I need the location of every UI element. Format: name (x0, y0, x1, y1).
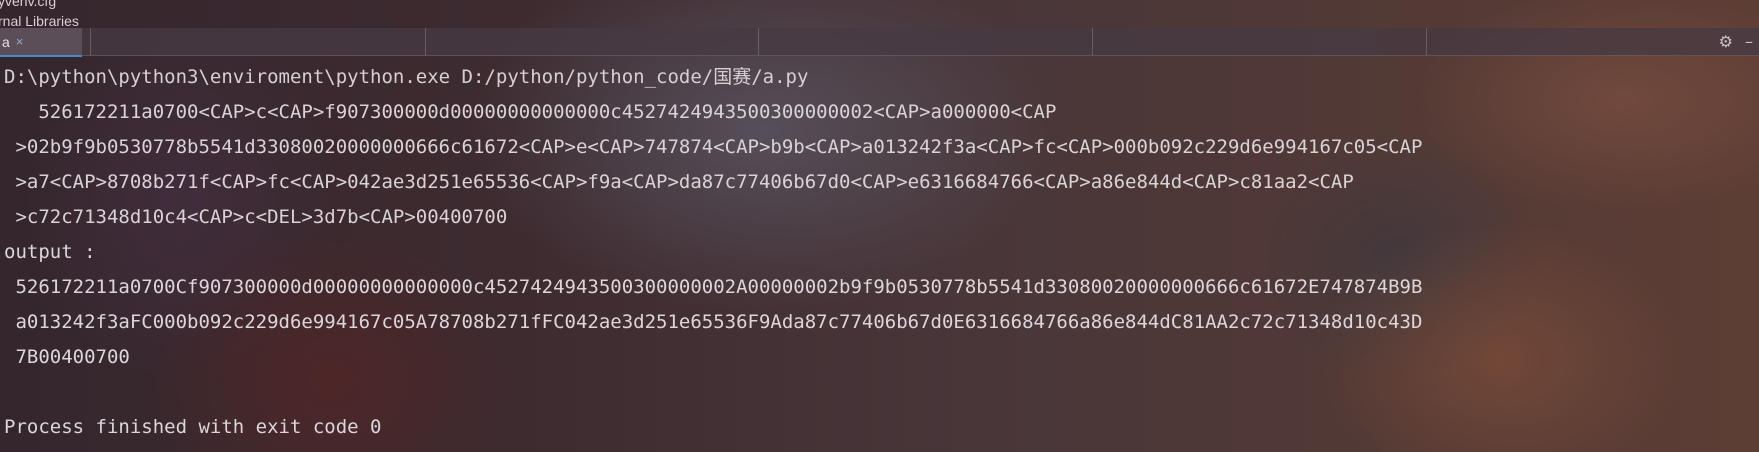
tab-bar-actions: ⚙ – (1719, 28, 1753, 55)
console-input-line: >02b9f9b0530778b5541d33080020000000666c6… (4, 136, 1423, 158)
tab-divider (90, 28, 91, 55)
run-tab-bar: a × ⚙ – (0, 28, 1759, 57)
project-tree-item-venv-cfg[interactable]: yvenv.cfg (0, 0, 56, 9)
run-tab-label: a (2, 33, 10, 50)
console-exit-message: Process finished with exit code 0 (4, 416, 382, 438)
project-tree-item-external-libraries[interactable]: rnal Libraries (0, 13, 79, 29)
gear-icon[interactable]: ⚙ (1719, 32, 1733, 51)
console-output-line: 526172211a0700Cf907300000d00000000000000… (4, 276, 1423, 298)
project-tree: yvenv.cfg rnal Libraries (0, 0, 1759, 29)
tab-divider (1092, 28, 1093, 55)
run-console-output[interactable]: D:\python\python3\enviroment\python.exe … (0, 60, 1759, 452)
console-output-line: a013242f3aFC000b092c229d6e994167c05A7870… (4, 311, 1423, 333)
console-output-line: 7B00400700 (4, 346, 130, 368)
console-command-line: D:\python\python3\enviroment\python.exe … (4, 66, 809, 88)
tab-divider (758, 28, 759, 55)
console-input-line: >a7<CAP>8708b271f<CAP>fc<CAP>042ae3d251e… (4, 171, 1354, 193)
console-input-line: 526172211a0700<CAP>c<CAP>f907300000d0000… (4, 101, 1057, 123)
minimize-icon[interactable]: – (1745, 32, 1753, 51)
console-output-label: output : (4, 241, 96, 263)
run-tab-a[interactable]: a × (0, 28, 82, 57)
close-icon[interactable]: × (16, 34, 24, 49)
tab-divider (425, 28, 426, 55)
console-input-line: >c72c71348d10c4<CAP>c<DEL>3d7b<CAP>00400… (4, 206, 508, 228)
tab-divider (1426, 28, 1427, 55)
